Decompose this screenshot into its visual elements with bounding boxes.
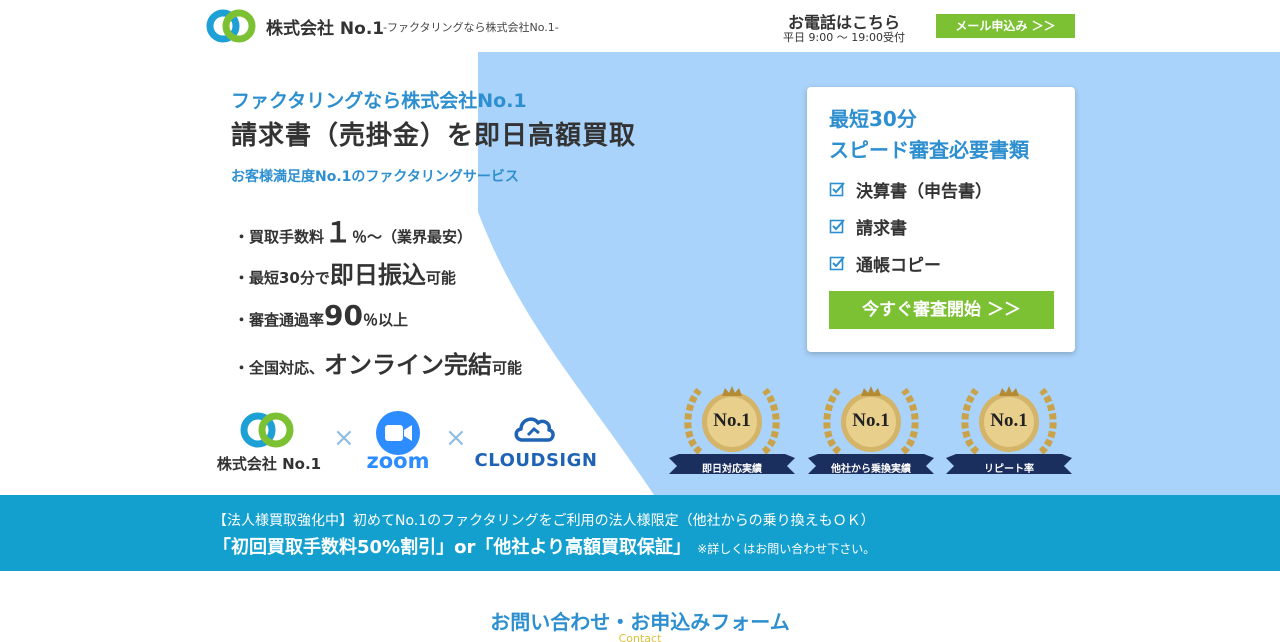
badge-mark: No.1: [990, 410, 1028, 431]
document-item: 決算書（申告書）: [829, 177, 992, 202]
check-icon: [829, 256, 845, 271]
check-icon: [829, 182, 845, 197]
badge-label: リピート率: [984, 464, 1034, 475]
times-symbol: ×: [333, 423, 355, 453]
campaign-line-1: 【法人様買取強化中】初めてNo.1のファクタリングをご利用の法人様限定（他社から…: [213, 513, 875, 529]
hero-eyebrow: ファクタリングなら株式会社No.1: [231, 90, 527, 112]
company-tagline: -ファクタリングなら株式会社No.1-: [383, 21, 559, 34]
badge-mark: No.1: [713, 410, 751, 431]
award-badge: No.1 即日対応実績: [667, 382, 797, 486]
point-online: ・全国対応、オンライン完結可能: [234, 351, 523, 379]
crown-icon: [722, 386, 742, 396]
campaign-band: 【法人様買取強化中】初めてNo.1のファクタリングをご利用の法人様限定（他社から…: [0, 495, 1280, 571]
cloudsign-logo-text: CLOUDSIGN: [474, 450, 598, 471]
start-review-button[interactable]: 今すぐ審査開始 ＞＞: [829, 291, 1054, 329]
tel-hours: 平日 9:00 〜 19:00受付: [783, 31, 905, 44]
campaign-note: ※詳しくはお問い合わせ下さい。: [697, 542, 876, 556]
document-item: 通帳コピー: [829, 251, 941, 276]
site-header: 株式会社 No.1 -ファクタリングなら株式会社No.1- お電話はこちら 平日…: [0, 0, 1280, 52]
point-speed: ・最短30分で即日振込可能: [234, 261, 456, 289]
card-heading-docs: スピード審査必要書類: [829, 138, 1029, 162]
form-subtitle: Contact: [618, 632, 662, 642]
hero-lead: お客様満足度No.1のファクタリングサービス: [231, 169, 519, 185]
hero-background: [478, 52, 1280, 495]
campaign-line-2: 「初回買取手数料50%割引」or「他社より高額買取保証」 ※詳しくはお問い合わせ…: [213, 537, 876, 558]
point-fee: ・買取手数料１％〜（業界最安）: [234, 216, 473, 249]
hero-section: ファクタリングなら株式会社No.1 請求書（売掛金）を即日高額買取 お客様満足度…: [0, 52, 1280, 495]
award-badge: No.1 リピート率: [944, 382, 1074, 486]
badge-mark: No.1: [852, 410, 890, 431]
logo-rings-icon: [240, 412, 294, 448]
badge-label: 他社から乗換実績: [831, 464, 911, 475]
form-title: お問い合わせ・お申込みフォーム: [490, 610, 790, 634]
crown-icon: [999, 386, 1019, 396]
times-symbol: ×: [445, 423, 467, 453]
check-icon: [829, 219, 845, 234]
point-approval: ・審査通過率90％以上: [234, 299, 408, 332]
mail-apply-button[interactable]: メール申込み ＞＞: [936, 14, 1075, 38]
crown-icon: [861, 386, 881, 396]
required-documents-card: 最短30分 スピード審査必要書類 決算書（申告書） 請求書 通帳コピー 今すぐ審…: [807, 87, 1075, 352]
partner-company-name: 株式会社 No.1: [216, 455, 322, 473]
document-item: 請求書: [829, 214, 907, 239]
cloudsign-cloud-icon: [514, 417, 555, 442]
company-name[interactable]: 株式会社 No.1: [266, 14, 384, 39]
hero-title: 請求書（売掛金）を即日高額買取: [231, 121, 637, 151]
logo-rings-icon[interactable]: [205, 8, 257, 44]
badge-label: 即日対応実績: [702, 464, 762, 475]
award-badge: No.1 他社から乗換実績: [806, 382, 936, 486]
zoom-logo-text: zoom: [366, 449, 430, 473]
card-heading-time: 最短30分: [829, 107, 917, 131]
